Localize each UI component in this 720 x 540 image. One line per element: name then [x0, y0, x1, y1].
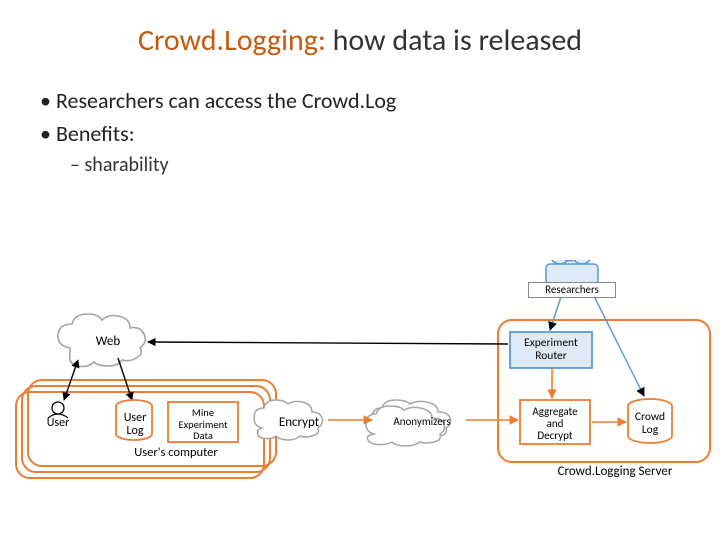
- bullet-list: Researchers can access the Crowd.Log Ben…: [40, 87, 720, 147]
- label-exp-router: ExperimentRouter: [513, 337, 589, 362]
- label-server: Crowd.Logging Server: [540, 465, 690, 479]
- label-user-log: UserLog: [115, 412, 155, 438]
- title-accent: Crowd.Logging:: [138, 22, 326, 59]
- label-researchers: Researchers: [528, 282, 616, 298]
- bullet-1: Researchers can access the Crowd.Log: [40, 87, 720, 114]
- label-users-computer: User's computer: [116, 446, 236, 460]
- sub-bullet-1: sharability: [70, 153, 720, 177]
- label-web: Web: [88, 335, 128, 349]
- sub-bullet-list: sharability: [70, 153, 720, 177]
- slide-title: Crowd.Logging: how data is released: [0, 0, 720, 59]
- label-anonymizers: Anonymizers: [382, 416, 462, 428]
- diagram-svg: [0, 260, 720, 540]
- label-agg-decrypt: AggregateandDecrypt: [523, 406, 587, 442]
- label-mine: MineExperimentData: [170, 407, 236, 442]
- title-rest: how data is released: [326, 22, 582, 59]
- label-user: User: [40, 417, 76, 430]
- label-encrypt: Encrypt: [270, 416, 328, 430]
- label-crowd-log: CrowdLog: [625, 411, 675, 436]
- bullet-2: Benefits:: [40, 120, 720, 147]
- diagram-area: Web Researchers User UserLog MineExperim…: [0, 260, 720, 540]
